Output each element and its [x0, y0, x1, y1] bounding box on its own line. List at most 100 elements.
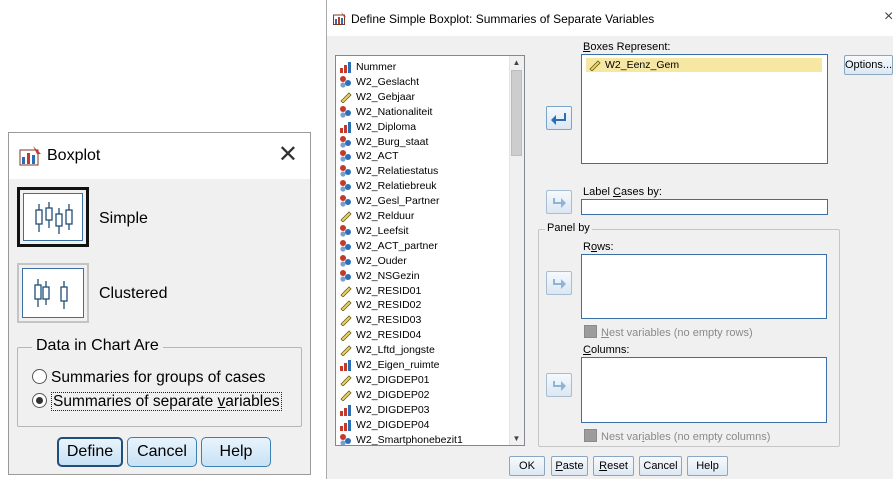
variable-item[interactable]: W2_ACT — [339, 149, 399, 164]
variable-item[interactable]: W2_DIGDEP02 — [339, 388, 430, 403]
variable-list[interactable]: Nummer W2_Geslacht W2_Gebjaar W2_Nationalit… — [335, 55, 525, 446]
label-cases-field[interactable] — [581, 199, 828, 215]
nominal-variable-icon — [340, 195, 351, 207]
clustered-boxplot-icon — [34, 279, 68, 309]
variable-item[interactable]: W2_RESID04 — [339, 328, 421, 343]
variable-item[interactable]: W2_NSGezin — [339, 269, 420, 284]
close-icon[interactable]: ✕ — [278, 141, 298, 169]
help-button[interactable]: Help — [201, 437, 271, 467]
variable-item[interactable]: W2_Leefsit — [339, 224, 409, 239]
chart-builder-icon — [19, 146, 41, 166]
variable-name: W2_Ouder — [356, 254, 407, 267]
ok-button[interactable]: OK — [509, 456, 545, 476]
reset-button[interactable]: Reset — [593, 456, 634, 476]
variable-item[interactable]: W2_Smartphonebezit1 — [339, 433, 463, 446]
label-text: Label — [583, 186, 613, 198]
ordinal-variable-icon — [340, 62, 351, 73]
summaries-separate-radio[interactable]: Summaries of separate variables — [32, 392, 282, 411]
data-in-chart-group: Data in Chart Are Summaries for groups o… — [17, 337, 302, 427]
variable-item[interactable]: W2_Eigen_ruimte — [339, 358, 439, 373]
variable-item[interactable]: Nummer — [339, 60, 396, 75]
variable-item[interactable]: W2_Gesl_Partner — [339, 194, 439, 209]
variable-name: W2_Geslacht — [356, 75, 420, 88]
vertical-scrollbar[interactable]: ▲ ▼ — [509, 56, 524, 445]
scroll-down-icon[interactable]: ▼ — [512, 434, 521, 443]
variable-item[interactable]: W2_Diploma — [339, 120, 416, 135]
nominal-variable-icon — [340, 269, 351, 282]
nest-columns-checkbox[interactable]: Nest variables (no empty columns) — [584, 429, 770, 443]
variable-name: W2_ACT — [356, 150, 399, 163]
scroll-up-icon[interactable]: ▲ — [512, 58, 521, 67]
variable-name: W2_RESID03 — [356, 314, 422, 327]
columns-list[interactable] — [581, 357, 827, 423]
variable-name: W2_DIGDEP03 — [356, 403, 430, 416]
boxes-represent-list[interactable]: W2_Eenz_Gem — [581, 54, 828, 164]
radio-label-part: ariables — [225, 393, 280, 410]
variable-item[interactable]: W2_Gebjaar — [339, 90, 415, 105]
variable-name: Nummer — [356, 61, 397, 73]
define-titlebar: Define Simple Boxplot: Summaries of Sepa… — [327, 0, 893, 36]
simple-boxplot-icon — [35, 202, 73, 234]
checkbox-icon — [584, 429, 597, 442]
scale-variable-icon — [340, 390, 352, 401]
cancel-button[interactable]: Cancel — [127, 437, 197, 467]
scale-variable-icon — [340, 92, 352, 103]
move-to-boxes-button[interactable] — [546, 106, 572, 130]
variable-item[interactable]: W2_RESID03 — [339, 313, 421, 328]
scroll-thumb[interactable] — [511, 70, 522, 156]
define-button[interactable]: Define — [57, 437, 123, 467]
radio-label-part: roups of cases — [164, 369, 266, 386]
nominal-variable-icon — [340, 224, 351, 237]
variable-item[interactable]: W2_Relduur — [339, 209, 414, 224]
variable-name: W2_RESID02 — [356, 299, 422, 312]
move-to-label-cases-button[interactable] — [546, 190, 572, 214]
nest-rows-checkbox[interactable]: Nest variables (no empty rows) — [584, 325, 753, 339]
radio-icon — [32, 393, 47, 408]
clustered-label: Clustered — [99, 285, 168, 302]
close-icon[interactable]: × — [884, 8, 893, 26]
variable-item[interactable]: W2_Relatiestatus — [339, 164, 438, 179]
rows-list[interactable] — [581, 254, 827, 319]
variable-item[interactable]: W2_RESID01 — [339, 284, 421, 299]
clustered-option[interactable] — [17, 263, 89, 323]
cancel-button[interactable]: Cancel — [639, 456, 682, 476]
boxplot-dialog: Boxplot ✕ Simple Clustered Data in Chart… — [8, 132, 311, 475]
variable-item[interactable]: W2_RESID02 — [339, 298, 421, 313]
variable-name: W2_Gesl_Partner — [356, 195, 440, 208]
variable-name: W2_Smartphonebezit1 — [356, 433, 463, 446]
ordinal-variable-icon — [340, 360, 351, 371]
label-cases-label: Label Cases by: — [583, 186, 662, 198]
options-button[interactable]: Options... — [844, 55, 893, 75]
simple-label: Simple — [99, 210, 148, 227]
boxes-represent-item-text: W2_Eenz_Gem — [605, 59, 680, 71]
simple-option[interactable] — [17, 187, 89, 247]
define-boxplot-dialog: Define Simple Boxplot: Summaries of Sepa… — [326, 0, 893, 479]
boxes-represent-item[interactable]: W2_Eenz_Gem — [586, 58, 822, 72]
variable-item[interactable]: W2_Lftd_jongste — [339, 343, 435, 358]
columns-label: Columns: — [583, 344, 629, 356]
variable-item[interactable]: W2_DIGDEP04 — [339, 418, 430, 433]
variable-name: W2_Eigen_ruimte — [356, 359, 440, 371]
variable-item[interactable]: W2_Nationaliteit — [339, 105, 432, 120]
variable-item[interactable]: W2_Relatiebreuk — [339, 179, 437, 194]
variable-name: W2_RESID01 — [356, 284, 422, 297]
radio-icon — [32, 369, 47, 384]
scale-variable-icon — [340, 330, 352, 342]
scale-variable-icon — [589, 60, 601, 71]
variable-item[interactable]: W2_DIGDEP01 — [339, 373, 430, 388]
variable-item[interactable]: W2_Ouder — [339, 254, 407, 269]
checkbox-icon — [584, 325, 597, 338]
variable-name: W2_ACT_partner — [356, 239, 438, 252]
paste-button[interactable]: Paste — [551, 456, 588, 476]
label-text: olumns: — [590, 344, 630, 356]
nominal-variable-icon — [340, 254, 351, 267]
variable-item[interactable]: W2_ACT_partner — [339, 239, 438, 254]
ordinal-variable-icon — [340, 121, 351, 133]
variable-item[interactable]: W2_Geslacht — [339, 75, 419, 90]
variable-name: W2_Relduur — [356, 210, 415, 222]
scale-variable-icon — [340, 345, 352, 357]
summaries-groups-radio[interactable]: Summaries for groups of cases — [32, 369, 266, 387]
variable-item[interactable]: W2_Burg_staat — [339, 135, 428, 150]
help-button[interactable]: Help — [687, 456, 728, 476]
variable-item[interactable]: W2_DIGDEP03 — [339, 403, 430, 418]
